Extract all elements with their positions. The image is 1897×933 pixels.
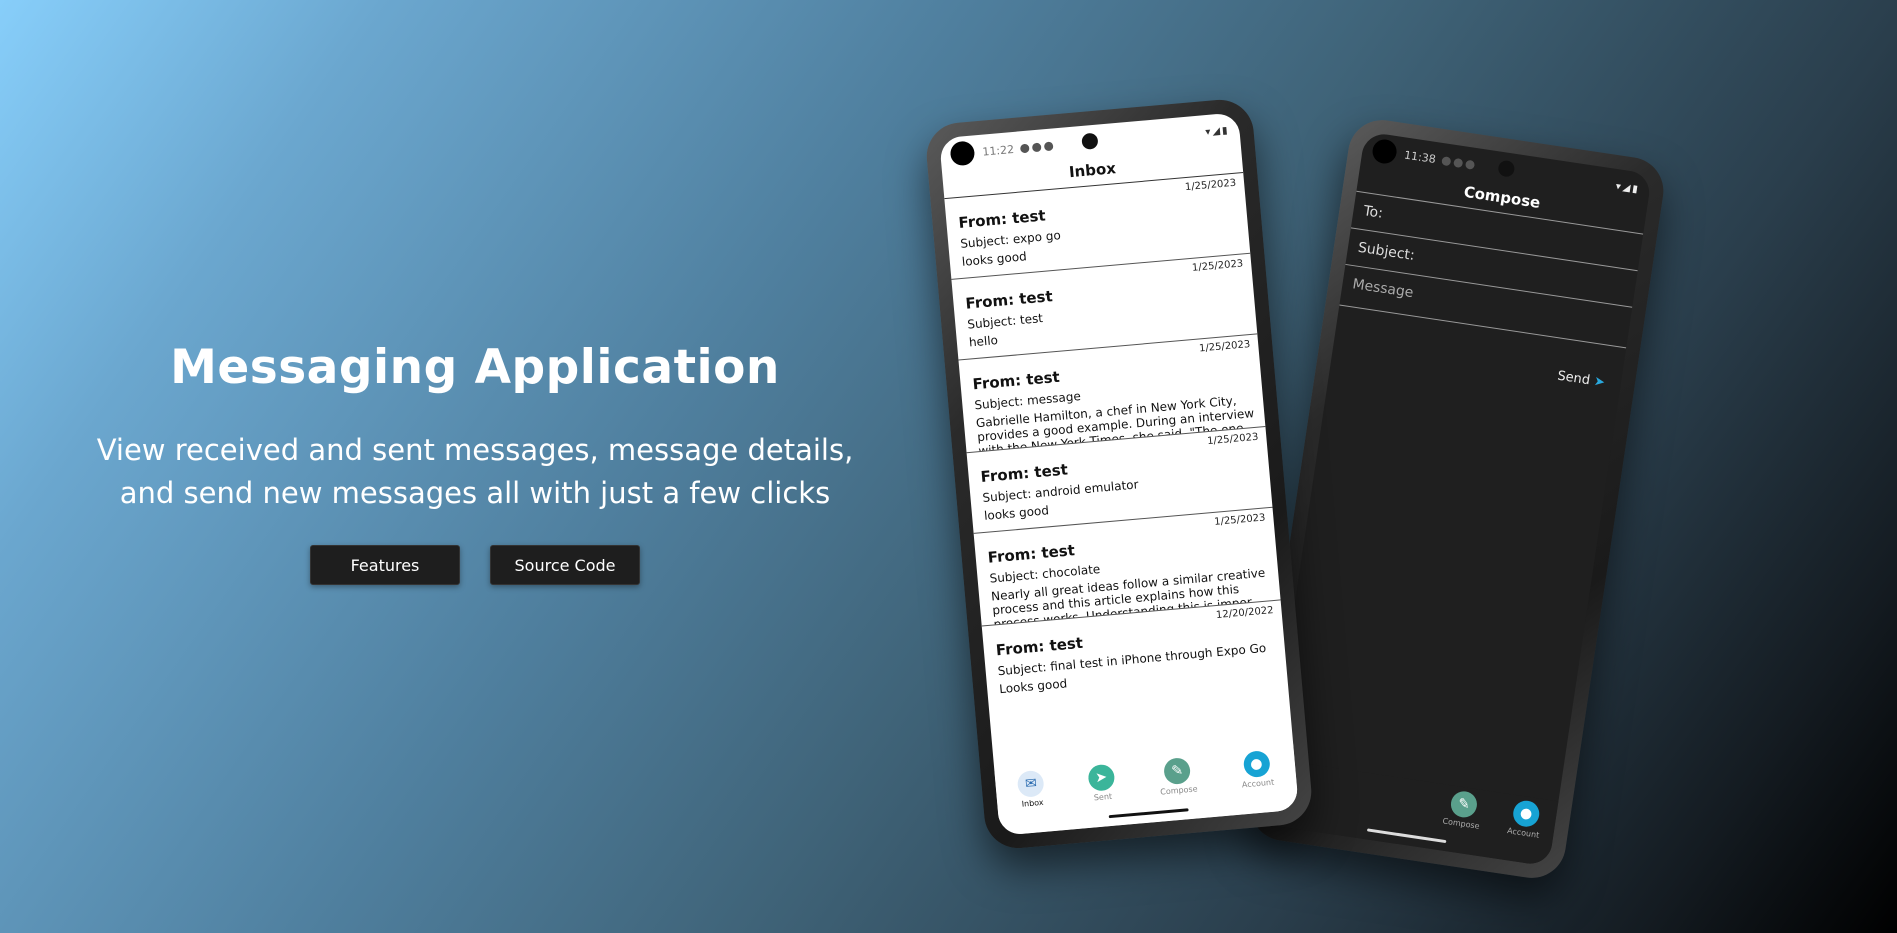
camera-icon	[1081, 132, 1099, 150]
source-code-button[interactable]: Source Code	[490, 545, 640, 585]
status-time: 11:22	[981, 142, 1015, 159]
send-label: Send	[1556, 368, 1591, 389]
inbox-phone-mockup: 11:22 ▾◢▮ Inbox 1/25/2023 From: test Sub…	[923, 97, 1315, 851]
hero-subtitle-line-2: and send new messages all with just a fe…	[119, 476, 831, 510]
status-time: 11:38	[1403, 148, 1437, 166]
features-button[interactable]: Features	[310, 545, 460, 585]
tab-account[interactable]: ● Account	[1239, 750, 1275, 790]
tab-compose[interactable]: ✎ Compose	[1157, 756, 1198, 797]
paper-plane-icon: ➤	[1592, 374, 1606, 391]
hero-title: Messaging Application	[170, 340, 780, 395]
account-icon: ●	[1242, 750, 1271, 779]
signal-battery-icon: ▾◢▮	[1204, 124, 1230, 138]
camera-icon	[1497, 159, 1516, 178]
inbox-icon: ✉	[1016, 769, 1046, 798]
hero-subtitle: View received and sent messages, message…	[60, 429, 890, 515]
inbox-screen: 11:22 ▾◢▮ Inbox 1/25/2023 From: test Sub…	[939, 112, 1299, 836]
tab-inbox[interactable]: ✉ Inbox	[1016, 769, 1046, 809]
paper-plane-icon: ➤	[1087, 763, 1116, 792]
profile-dot	[949, 140, 976, 167]
hero-subtitle-line-1: View received and sent messages, message…	[96, 433, 854, 467]
tab-compose-label: Compose	[1441, 816, 1481, 831]
tab-account-label: Account	[1241, 777, 1275, 790]
tab-compose[interactable]: ✎ Compose	[1442, 789, 1484, 831]
tab-compose-label: Compose	[1159, 784, 1198, 797]
notification-icons	[1019, 141, 1054, 153]
compose-icon: ✎	[1163, 756, 1192, 786]
tab-account[interactable]: ● Account	[1506, 798, 1544, 840]
inbox-tab-bar: ✉ Inbox ➤ Sent ✎ Compose ● Account	[994, 743, 1299, 836]
tab-sent-label: Sent	[1093, 791, 1113, 803]
tab-inbox-label: Inbox	[1021, 797, 1044, 809]
profile-dot	[1370, 137, 1399, 166]
hero-section: Messaging Application View received and …	[60, 340, 890, 585]
notification-icons	[1440, 155, 1475, 170]
tab-account-label: Account	[1506, 826, 1540, 840]
account-icon: ●	[1511, 798, 1541, 829]
compose-icon: ✎	[1449, 789, 1479, 820]
compose-screen: 11:38 ▾◢▮ Compose To: Subject: Message S…	[1261, 131, 1653, 867]
hero-buttons: Features Source Code	[60, 545, 890, 585]
signal-battery-icon: ▾◢▮	[1614, 180, 1641, 196]
tab-sent[interactable]: ➤ Sent	[1087, 763, 1116, 803]
